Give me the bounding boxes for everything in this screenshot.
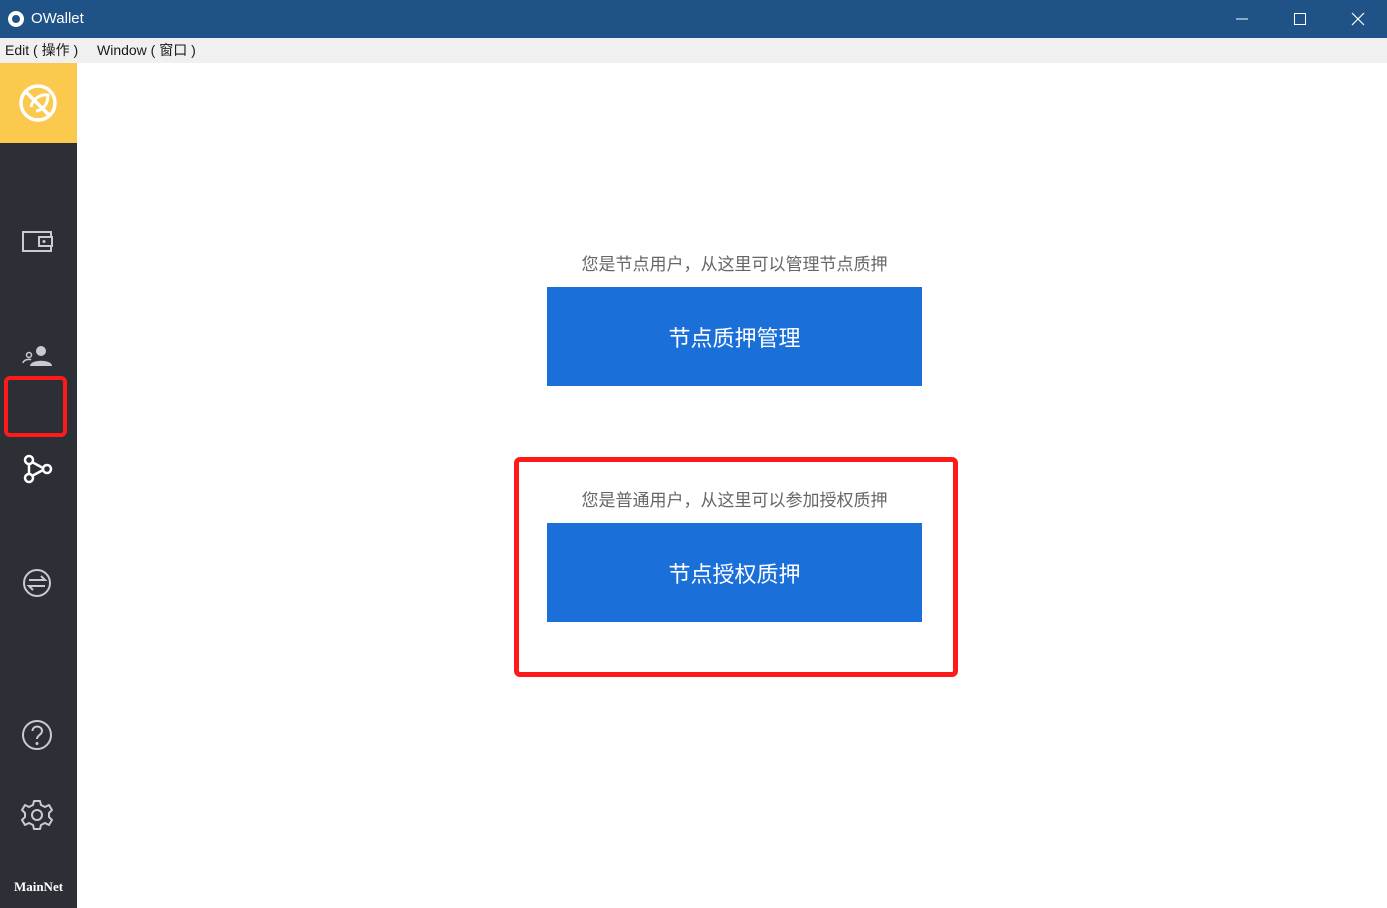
title-bar: OWallet <box>0 0 1387 38</box>
sidebar-item-wallet[interactable] <box>18 221 58 261</box>
owallet-logo-icon <box>19 84 57 122</box>
wallet-icon <box>22 231 53 252</box>
exchange-icon <box>23 569 51 597</box>
menu-edit[interactable]: Edit ( 操作 ) <box>5 42 78 59</box>
sidebar-item-contacts[interactable] <box>18 336 58 376</box>
help-icon <box>22 720 52 750</box>
minimize-icon <box>1236 18 1248 20</box>
close-icon <box>1351 12 1365 26</box>
window-title: OWallet <box>31 10 84 27</box>
node-stake-manage-button[interactable]: 节点质押管理 <box>547 287 922 386</box>
close-button[interactable] <box>1329 0 1387 38</box>
regular-user-description: 您是普通用户，从这里可以参加授权质押 <box>581 491 888 511</box>
sidebar: MainNet <box>0 63 77 908</box>
sidebar-item-help[interactable] <box>18 715 58 755</box>
sidebar-item-exchange[interactable] <box>18 563 58 603</box>
minimize-button[interactable] <box>1213 0 1271 38</box>
maximize-icon <box>1294 13 1306 25</box>
nav-highlight-annotation <box>4 376 67 437</box>
menu-bar: Edit ( 操作 ) Window ( 窗口 ) <box>0 38 1387 63</box>
node-user-description: 您是节点用户，从这里可以管理节点质押 <box>581 255 888 275</box>
contacts-icon <box>22 346 52 366</box>
app-logo-icon <box>8 11 24 27</box>
sidebar-item-settings[interactable] <box>18 795 58 835</box>
network-label: MainNet <box>13 879 64 894</box>
maximize-button[interactable] <box>1271 0 1329 38</box>
node-stake-icon <box>23 454 53 484</box>
node-delegate-stake-button[interactable]: 节点授权质押 <box>547 523 922 622</box>
settings-icon <box>21 800 53 830</box>
sidebar-item-node-stake[interactable] <box>18 449 58 489</box>
logo-block[interactable] <box>0 63 77 143</box>
menu-window[interactable]: Window ( 窗口 ) <box>97 42 196 59</box>
